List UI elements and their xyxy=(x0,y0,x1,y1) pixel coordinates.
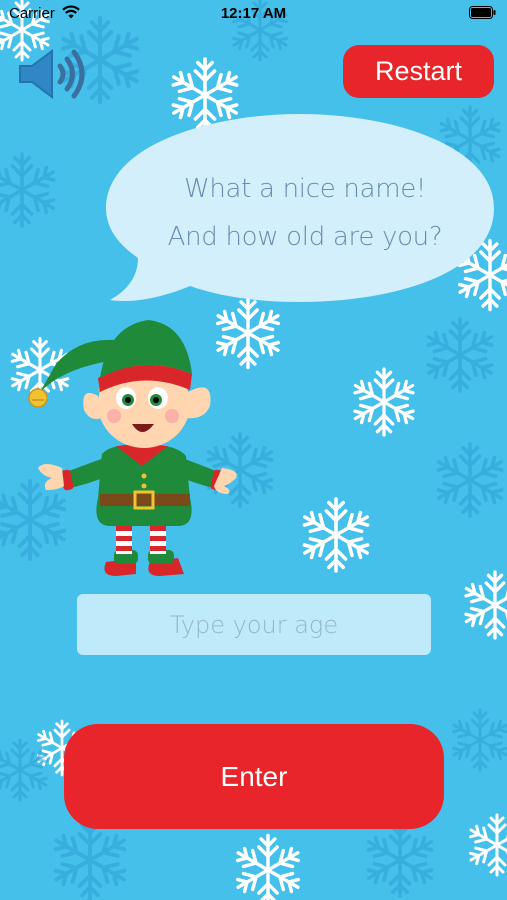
speech-bubble-text: What a nice name! And how old are you? xyxy=(150,165,460,261)
speech-bubble xyxy=(106,114,494,302)
elf-character-image xyxy=(28,320,237,576)
speech-line-1: What a nice name! xyxy=(183,174,427,204)
enter-button[interactable]: Enter xyxy=(64,724,444,829)
age-input[interactable] xyxy=(77,594,431,655)
speech-line-2: And how old are you? xyxy=(167,222,443,252)
